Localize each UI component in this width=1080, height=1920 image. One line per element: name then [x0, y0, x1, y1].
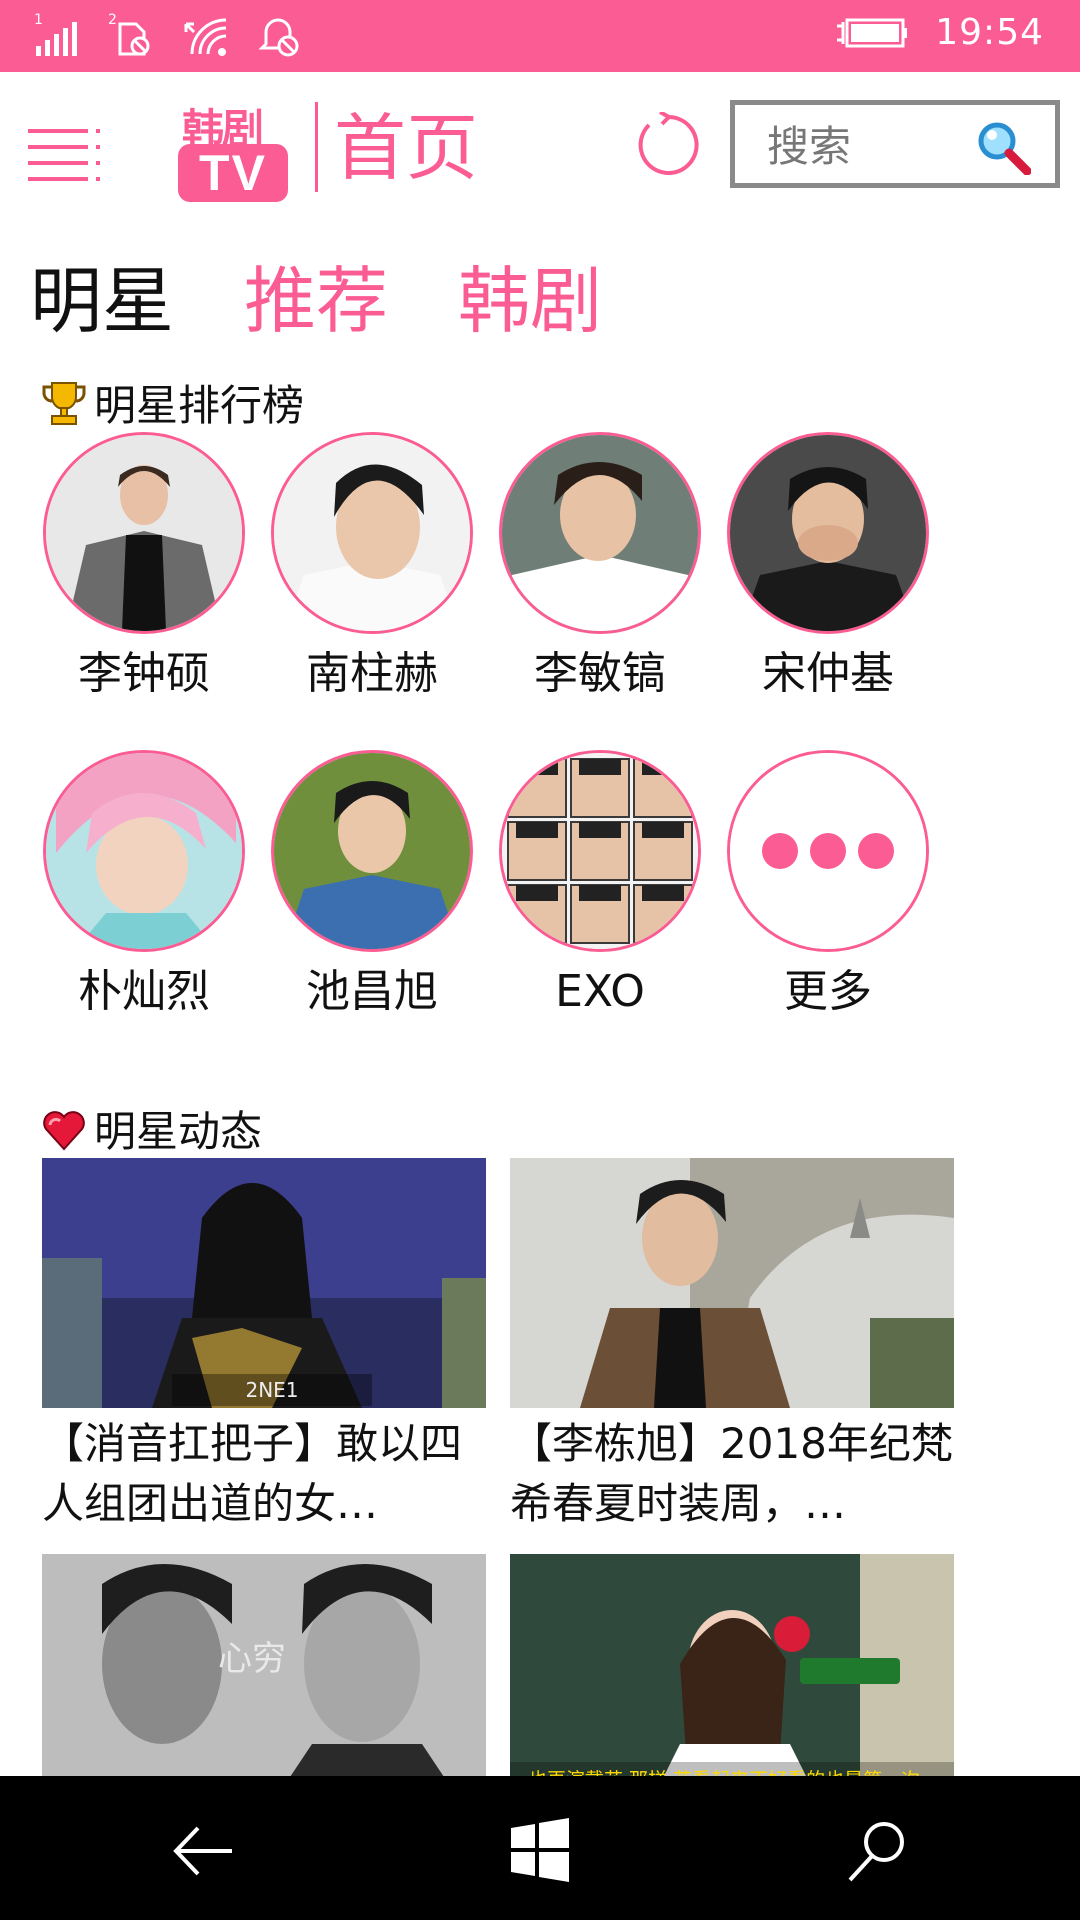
header-divider — [315, 102, 318, 192]
ranking-section-title: 明星排行榜 — [40, 372, 304, 433]
status-bar: 1 2 19:54 — [0, 0, 1080, 72]
ranking-title-text: 明星排行榜 — [94, 381, 305, 430]
news-thumbnail: 2NE1 — [42, 1158, 486, 1408]
star-name: 朴灿烈 — [78, 966, 210, 1017]
news-thumbnail — [510, 1158, 954, 1408]
hamburger-icon — [28, 129, 100, 181]
star-name: 南柱赫 — [306, 648, 438, 699]
star-name: 李钟硕 — [78, 648, 210, 699]
avatar — [727, 432, 929, 634]
search-icon[interactable] — [975, 119, 1032, 176]
news-title: 【消音扛把子】敢以四人组团出道的女… — [42, 1419, 463, 1528]
svg-text:心穷: 心穷 — [218, 1639, 286, 1679]
star-item[interactable]: EXO — [496, 750, 704, 1040]
system-search-button[interactable] — [842, 1816, 912, 1886]
avatar — [271, 750, 473, 952]
avatar — [43, 750, 245, 952]
tab-stars[interactable]: 明星 — [30, 258, 174, 344]
svg-text:1: 1 — [34, 12, 43, 28]
back-arrow-icon — [173, 1826, 232, 1876]
more-stars-button[interactable]: 更多 — [724, 750, 932, 1040]
refresh-icon — [638, 110, 699, 175]
star-name: 宋仲基 — [762, 648, 894, 699]
search-box[interactable] — [730, 100, 1060, 188]
news-thumbnail: 心穷 — [42, 1554, 486, 1804]
windows-start-icon — [511, 1818, 569, 1882]
star-item[interactable]: 李敏镐 — [496, 432, 704, 722]
refresh-button[interactable] — [636, 110, 702, 178]
avatar — [499, 432, 701, 634]
star-item[interactable]: 宋仲基 — [724, 432, 932, 722]
trophy-icon — [42, 381, 86, 425]
tab-recommend[interactable]: 推荐 — [244, 258, 388, 344]
news-card[interactable]: 2NE1 【消音扛把子】敢以四人组团出道的女… — [42, 1158, 486, 1534]
bell-mute-icon — [256, 10, 302, 58]
battery-icon — [835, 16, 909, 50]
system-nav-bar — [0, 1776, 1080, 1920]
page-title: 首页 — [334, 106, 479, 190]
back-button[interactable] — [168, 1816, 238, 1886]
star-name: 李敏镐 — [534, 648, 666, 699]
signal-icon: 1 — [34, 10, 80, 58]
star-name: 更多 — [784, 966, 872, 1017]
sim2-no-sim-icon: 2 — [108, 10, 154, 58]
avatar — [43, 432, 245, 634]
heart-icon — [43, 1110, 85, 1150]
star-name: EXO — [555, 966, 645, 1017]
tab-dramas[interactable]: 韩剧 — [458, 258, 602, 344]
search-icon — [848, 1822, 904, 1882]
news-card[interactable]: 【李栋旭】2018年纪梵希春夏时装周，… — [510, 1158, 954, 1534]
news-thumbnail: 也再演戴花 那样 花看起来不好看的也是第一次… — [510, 1554, 954, 1804]
logo-text-tv: TV — [178, 144, 288, 202]
feed-title-text: 明星动态 — [94, 1107, 263, 1156]
thumbnail-caption: 2NE1 — [172, 1374, 372, 1406]
start-button[interactable] — [505, 1816, 575, 1886]
news-title: 【李栋旭】2018年纪梵希春夏时装周，… — [510, 1419, 953, 1528]
more-icon — [727, 750, 929, 952]
svg-text:2: 2 — [108, 12, 117, 28]
app-logo: 韩剧 TV — [176, 96, 290, 204]
feed-section-title: 明星动态 — [40, 1098, 262, 1159]
search-input[interactable] — [765, 115, 969, 177]
star-item[interactable]: 朴灿烈 — [40, 750, 248, 1040]
star-item[interactable]: 李钟硕 — [40, 432, 248, 722]
avatar — [499, 750, 701, 952]
star-item[interactable]: 南柱赫 — [268, 432, 476, 722]
app-header: 韩剧 TV 首页 — [0, 72, 1080, 222]
star-item[interactable]: 池昌旭 — [268, 750, 476, 1040]
wifi-icon — [182, 10, 228, 58]
hamburger-menu-button[interactable] — [28, 127, 106, 183]
star-name: 池昌旭 — [306, 966, 438, 1017]
avatar — [271, 432, 473, 634]
tab-bar: 明星 推荐 韩剧 — [30, 258, 602, 344]
clock: 19:54 — [935, 12, 1044, 53]
